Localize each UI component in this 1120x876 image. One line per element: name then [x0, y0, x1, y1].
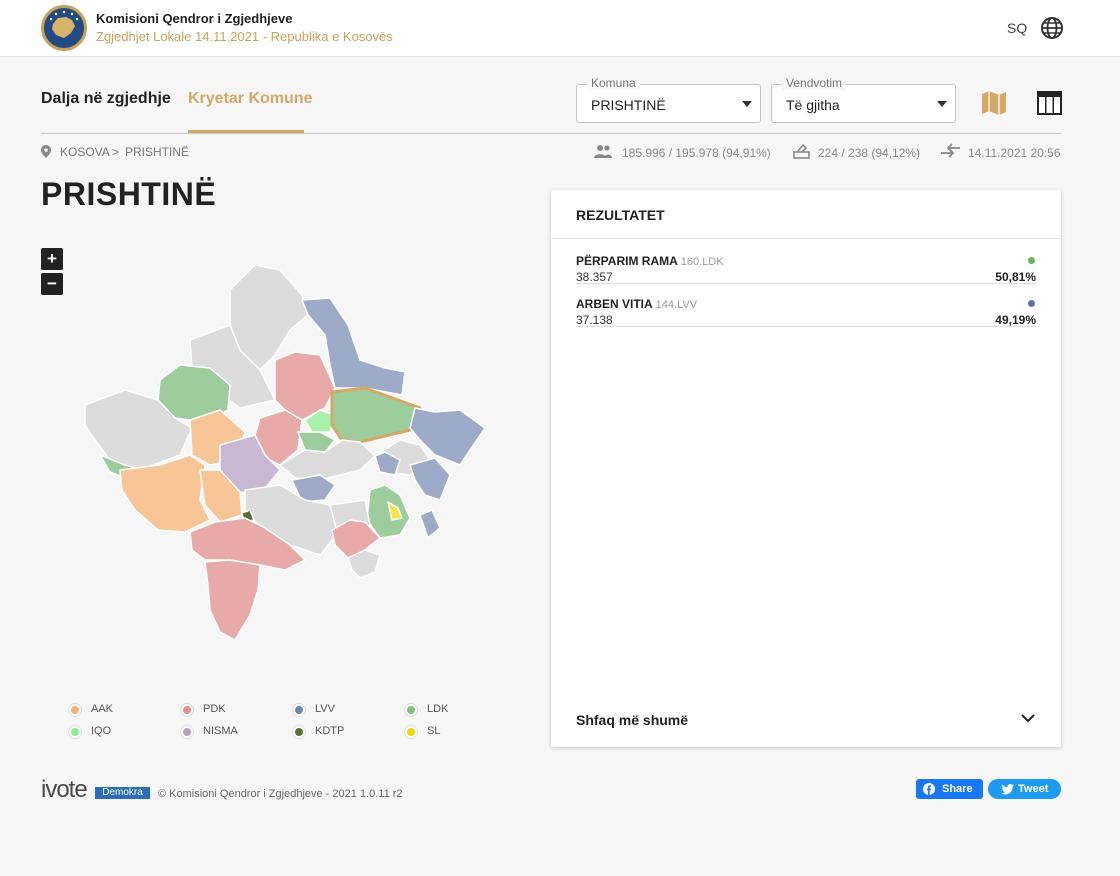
- share-label: Share: [942, 783, 973, 795]
- polling-stations-stat: 224 / 238 (94,12%): [818, 146, 921, 160]
- legend-dot: [405, 726, 417, 738]
- caret-down-icon: [937, 101, 947, 107]
- location-pin-icon: [41, 145, 51, 158]
- tabs-divider: [41, 133, 1061, 134]
- legend-dot: [69, 704, 81, 716]
- legend-label: IQO: [91, 725, 112, 737]
- map-view-icon[interactable]: [980, 89, 1008, 117]
- caret-down-icon: [742, 101, 752, 107]
- people-icon: [594, 145, 612, 158]
- facebook-icon: [923, 783, 935, 795]
- candidate-code: 144.LVV: [655, 299, 698, 311]
- candidate-name-line: ARBEN VITIA 144.LVV: [576, 297, 697, 311]
- candidate-percent: 50,81%: [995, 270, 1036, 284]
- language-selector[interactable]: SQ: [1007, 20, 1027, 36]
- legend-label: SL: [427, 725, 441, 737]
- legend-label: LDK: [427, 703, 449, 715]
- candidate-votes: 37.138: [576, 313, 613, 327]
- candidate-code: 160.LDK: [680, 256, 724, 268]
- copyright-text: © Komisioni Qendror i Zgjedhjeve - 2021 …: [158, 788, 403, 800]
- breadcrumb-root[interactable]: KOSOVA: [60, 145, 110, 159]
- sync-arrows-icon: [941, 143, 960, 158]
- breadcrumb-current: PRISHTINË: [125, 145, 190, 159]
- demokra-tag: Demokra: [95, 787, 150, 799]
- chevron-down-icon[interactable]: [1021, 713, 1035, 723]
- map-region[interactable]: [409, 457, 451, 501]
- top-bar: Komisioni Qendror i Zgjedhjeve Zgjedhjet…: [0, 0, 1120, 57]
- results-divider: [551, 238, 1061, 239]
- tweet-button[interactable]: Tweet: [988, 779, 1061, 799]
- twitter-bird-icon: [1001, 784, 1014, 795]
- candidate-percent: 49,19%: [995, 313, 1036, 327]
- show-more-button[interactable]: Shfaq më shumë: [576, 712, 688, 728]
- results-title: REZULTATET: [576, 207, 665, 223]
- candidate-party-dot: [1028, 300, 1035, 307]
- globe-icon[interactable]: [1040, 16, 1064, 40]
- voters-stat: 185.996 / 195.978 (94,91%): [622, 146, 771, 160]
- legend-label: LVV: [315, 703, 335, 715]
- ivote-logo[interactable]: ivote: [41, 776, 88, 804]
- ballot-box-icon: [793, 143, 810, 159]
- tab-mayor[interactable]: Kryetar Komune: [188, 90, 312, 108]
- legend-dot: [181, 704, 193, 716]
- candidate-row[interactable]: PËRPARIM RAMA 160.LDK 38.357 50,81%: [576, 254, 1036, 284]
- municipality-select-value: PRISHTINË: [591, 97, 666, 113]
- legend-label: AAK: [91, 703, 114, 715]
- candidate-name-line: PËRPARIM RAMA 160.LDK: [576, 254, 724, 268]
- legend-dot: [293, 704, 305, 716]
- polling-place-select[interactable]: Vendvotim Të gjitha: [771, 76, 956, 123]
- candidate-name: PËRPARIM RAMA: [576, 254, 678, 268]
- tab-turnout[interactable]: Dalja në zgjedhje: [41, 90, 171, 108]
- page-title: PRISHTINË: [41, 176, 217, 212]
- results-panel: REZULTATET PËRPARIM RAMA 160.LDK 38.357 5…: [551, 190, 1061, 747]
- legend-dot: [293, 726, 305, 738]
- election-subtitle: Zgjedhjet Lokale 14.11.2021 - Republika …: [96, 29, 393, 44]
- zoom-out-button[interactable]: −: [41, 273, 63, 295]
- map-region[interactable]: [419, 509, 441, 539]
- map-region[interactable]: [204, 559, 261, 641]
- kosovo-map[interactable]: [80, 260, 500, 650]
- legend-label: NISMA: [203, 725, 238, 737]
- legend-dot: [181, 726, 193, 738]
- tweet-label: Tweet: [1018, 783, 1049, 795]
- kqz-logo[interactable]: [41, 5, 87, 51]
- facebook-share-button[interactable]: Share: [916, 779, 983, 799]
- last-update-stat: 14.11.2021 20:56: [968, 146, 1061, 160]
- legend-label: PDK: [203, 703, 226, 715]
- polling-place-select-label: Vendvotim: [782, 76, 847, 90]
- zoom-in-button[interactable]: +: [41, 248, 63, 270]
- legend-label: KDTP: [315, 725, 345, 737]
- candidate-row[interactable]: ARBEN VITIA 144.LVV 37.138 49,19%: [576, 297, 1036, 327]
- municipality-select-label: Komuna: [587, 76, 640, 90]
- municipality-select[interactable]: Komuna PRISHTINË: [576, 76, 761, 123]
- org-name: Komisioni Qendror i Zgjedhjeve: [96, 11, 293, 26]
- candidate-party-dot: [1028, 257, 1035, 264]
- breadcrumb-separator: >: [112, 145, 120, 159]
- table-view-icon[interactable]: [1036, 90, 1063, 116]
- legend-dot: [69, 726, 81, 738]
- legend-dot: [405, 704, 417, 716]
- map-region-prishtine[interactable]: [330, 386, 422, 444]
- polling-place-select-value: Të gjitha: [786, 97, 840, 113]
- candidate-votes: 38.357: [576, 270, 613, 284]
- candidate-name: ARBEN VITIA: [576, 297, 653, 311]
